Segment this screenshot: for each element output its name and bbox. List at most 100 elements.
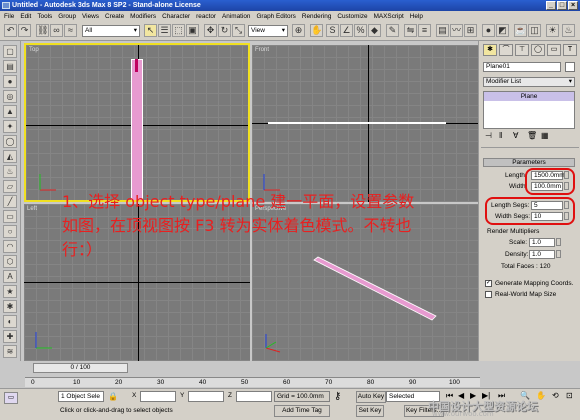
snap-toggle-icon[interactable]: S	[326, 24, 339, 37]
percent-snap-icon[interactable]: %	[354, 24, 367, 37]
rectangle-icon[interactable]: ▭	[3, 210, 17, 223]
density-spinner[interactable]	[556, 250, 561, 258]
scale-field[interactable]: 1.0	[529, 238, 555, 247]
text-shape-icon[interactable]: A	[3, 270, 17, 283]
active-shade-icon[interactable]: ☀	[546, 24, 559, 37]
make-unique-icon[interactable]: ∀	[513, 131, 518, 140]
y-coord-field[interactable]	[188, 391, 224, 402]
menu-help[interactable]: Help	[410, 13, 423, 20]
viewport-label-front[interactable]: Front	[255, 47, 269, 53]
maximize-button[interactable]: □	[557, 1, 567, 10]
select-object-icon[interactable]: ↖	[144, 24, 157, 37]
teapot-render-icon[interactable]: ♨	[562, 24, 575, 37]
modifier-list-dropdown[interactable]: Modifier List ▾	[483, 77, 575, 87]
close-button[interactable]: ×	[568, 1, 578, 10]
menu-reactor[interactable]: reactor	[196, 13, 216, 20]
realworld-checkbox[interactable]	[485, 291, 492, 298]
curve-editor-icon[interactable]: 〰	[450, 24, 463, 37]
layer-manager-icon[interactable]: ▤	[436, 24, 449, 37]
plane-object-front[interactable]	[268, 122, 446, 124]
window-crossing-icon[interactable]: ▣	[186, 24, 199, 37]
utilities-tab-icon[interactable]: T	[563, 44, 577, 56]
undo-icon[interactable]: ↶	[4, 24, 17, 37]
modify-tab-icon[interactable]: ⌒	[499, 44, 513, 56]
menu-modifiers[interactable]: Modifiers	[130, 13, 156, 20]
arc-icon[interactable]: ◠	[3, 240, 17, 253]
add-time-tag-button[interactable]: Add Time Tag	[274, 405, 330, 417]
material-editor-icon[interactable]: ●	[482, 24, 495, 37]
angle-snap-icon[interactable]: ∠	[340, 24, 353, 37]
x-coord-field[interactable]	[140, 391, 176, 402]
select-region-icon[interactable]: ⬚	[172, 24, 185, 37]
density-field[interactable]: 1.0	[529, 250, 555, 259]
time-slider[interactable]: 0 / 100	[33, 363, 128, 373]
show-end-result-icon[interactable]: ‖	[499, 131, 502, 140]
pyramid-icon[interactable]: ◭	[3, 150, 17, 163]
auto-key-button[interactable]: Auto Key	[356, 391, 386, 403]
menu-file[interactable]: File	[4, 13, 14, 20]
configure-sets-icon[interactable]: ▦	[541, 131, 549, 140]
light-icon[interactable]: ✱	[3, 300, 17, 313]
line-icon[interactable]: ╱	[3, 195, 17, 208]
select-scale-icon[interactable]: ⤡	[232, 24, 245, 37]
plane-object-top[interactable]	[131, 59, 143, 200]
reference-coord-dropdown[interactable]: View ▾	[248, 25, 288, 37]
motion-tab-icon[interactable]: ◯	[531, 44, 545, 56]
maximize-viewport-icon[interactable]: ⊡	[566, 391, 573, 400]
maxscript-listener-icon[interactable]: ▭	[4, 392, 18, 404]
bind-spacewarp-icon[interactable]: ≈	[64, 24, 77, 37]
menu-graph-editors[interactable]: Graph Editors	[256, 13, 295, 20]
menu-tools[interactable]: Tools	[37, 13, 52, 20]
box-icon[interactable]: ▢	[3, 45, 17, 58]
object-name-field[interactable]: Plane01	[483, 62, 561, 72]
parameters-rollout-header[interactable]: Parameters	[483, 158, 575, 167]
select-by-name-icon[interactable]: ☰	[158, 24, 171, 37]
camera-icon[interactable]: ◐	[3, 315, 17, 328]
menu-rendering[interactable]: Rendering	[302, 13, 332, 20]
pin-stack-icon[interactable]: ⊣	[485, 131, 492, 140]
cone-icon[interactable]: ▲	[3, 105, 17, 118]
plane-icon[interactable]: ▱	[3, 180, 17, 193]
schematic-view-icon[interactable]: ⊞	[464, 24, 477, 37]
tube-icon[interactable]: ◯	[3, 135, 17, 148]
link-icon[interactable]: ⛓	[36, 24, 49, 37]
menu-edit[interactable]: Edit	[20, 13, 31, 20]
lock-selection-icon[interactable]: 🔒	[108, 392, 118, 401]
key-icon[interactable]: ⚷	[334, 391, 341, 402]
ngon-icon[interactable]: ⬡	[3, 255, 17, 268]
render-scene-icon[interactable]: ◩	[496, 24, 509, 37]
set-key-button[interactable]: Set Key	[356, 405, 384, 417]
viewport-front[interactable]: Front	[252, 45, 478, 202]
pivot-center-icon[interactable]: ⊕	[292, 24, 305, 37]
display-tab-icon[interactable]: ▭	[547, 44, 561, 56]
viewport-top[interactable]: Top	[24, 43, 250, 202]
minimize-button[interactable]: _	[546, 1, 556, 10]
align-icon[interactable]: ≡	[418, 24, 431, 37]
gen-mapping-checkbox[interactable]: ✓	[485, 280, 492, 287]
spinner-snap-icon[interactable]: ◆	[368, 24, 381, 37]
sphere-icon[interactable]: ●	[3, 75, 17, 88]
teapot-icon[interactable]: ♨	[3, 165, 17, 178]
scale-spinner[interactable]	[556, 238, 561, 246]
helper-icon[interactable]: ✚	[3, 330, 17, 343]
viewport-label-top[interactable]: Top	[29, 47, 39, 53]
menu-views[interactable]: Views	[82, 13, 99, 20]
torus-icon[interactable]: ◎	[3, 90, 17, 103]
render-type-icon[interactable]: ◫	[528, 24, 541, 37]
star-icon[interactable]: ★	[3, 285, 17, 298]
create-tab-icon[interactable]: ✱	[483, 44, 497, 56]
menu-group[interactable]: Group	[58, 13, 76, 20]
menu-animation[interactable]: Animation	[222, 13, 250, 20]
unlink-icon[interactable]: ∞	[50, 24, 63, 37]
select-rotate-icon[interactable]: ↻	[218, 24, 231, 37]
orbit-icon[interactable]: ⟲	[552, 391, 559, 400]
mirror-icon[interactable]: ⇋	[404, 24, 417, 37]
circle-icon[interactable]: ○	[3, 225, 17, 238]
object-color-swatch[interactable]	[565, 62, 575, 72]
redo-icon[interactable]: ↷	[18, 24, 31, 37]
named-selection-icon[interactable]: ✎	[386, 24, 399, 37]
geosphere-icon[interactable]: ✦	[3, 120, 17, 133]
select-manipulate-icon[interactable]: ✋	[310, 24, 323, 37]
menu-maxscript[interactable]: MAXScript	[374, 13, 404, 20]
hierarchy-tab-icon[interactable]: ⊤	[515, 44, 529, 56]
